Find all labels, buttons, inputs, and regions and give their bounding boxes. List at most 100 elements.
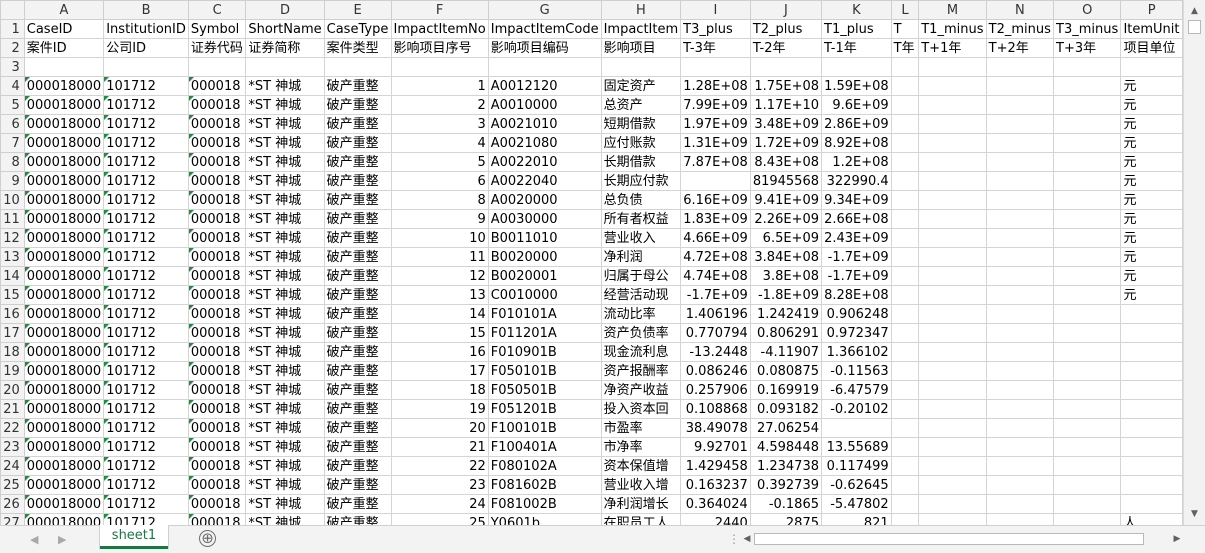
cell[interactable]	[985, 95, 1055, 115]
row-header[interactable]: 9	[0, 171, 25, 191]
header-cell[interactable]: 项目单位	[1120, 38, 1183, 58]
cell-institution-id[interactable]: 101712	[103, 475, 189, 495]
cell-item-code[interactable]: F051201B	[487, 399, 602, 419]
cell-t3-plus[interactable]: 9.92701	[680, 437, 751, 457]
cell-t2-plus[interactable]: 81945568	[749, 171, 823, 191]
cell[interactable]	[1053, 57, 1122, 77]
cell-item-no[interactable]: 24	[390, 494, 489, 514]
cell-item-unit[interactable]: 元	[1120, 228, 1183, 248]
cell-short-name[interactable]: *ST 神城	[245, 228, 325, 248]
cell[interactable]	[390, 57, 489, 77]
horizontal-scroll-thumb[interactable]	[754, 533, 1144, 545]
cell[interactable]	[985, 380, 1055, 400]
cell-item-unit[interactable]: 元	[1120, 95, 1183, 115]
cell-t2-plus[interactable]: 4.598448	[749, 437, 823, 457]
header-cell[interactable]: 证券代码	[187, 38, 247, 58]
cell-t3-plus[interactable]: 6.16E+09	[680, 190, 751, 210]
cell-t1-plus[interactable]: -0.62645	[821, 475, 892, 495]
cell-item-code[interactable]: F081002B	[487, 494, 602, 514]
cell[interactable]	[985, 361, 1055, 381]
cell[interactable]	[890, 209, 920, 229]
cell-item[interactable]: 营业收入增	[600, 475, 682, 495]
row-header[interactable]: 5	[0, 95, 25, 115]
cell-institution-id[interactable]: 101712	[103, 399, 189, 419]
cell-item-no[interactable]: 6	[390, 171, 489, 191]
cell[interactable]	[890, 399, 920, 419]
cell-institution-id[interactable]: 101712	[103, 380, 189, 400]
cell[interactable]	[1053, 342, 1122, 362]
cell-case-id[interactable]: 000018000	[23, 285, 105, 305]
cell-item-code[interactable]: F050501B	[487, 380, 602, 400]
cell-t1-plus[interactable]: 8.28E+08	[821, 285, 892, 305]
cell-short-name[interactable]: *ST 神城	[245, 456, 325, 476]
cell-case-type[interactable]: 破产重整	[323, 247, 392, 267]
cell-item-code[interactable]: A0030000	[487, 209, 602, 229]
cell-t1-plus[interactable]: 9.6E+09	[821, 95, 892, 115]
cell-t3-plus[interactable]: 0.108868	[680, 399, 751, 419]
row-header[interactable]: 14	[0, 266, 25, 286]
cell-item-code[interactable]: A0022010	[487, 152, 602, 172]
cell-item-unit[interactable]	[1120, 361, 1183, 381]
cell[interactable]	[1053, 418, 1122, 438]
cell-t3-plus[interactable]: 0.086246	[680, 361, 751, 381]
cell-case-id[interactable]: 000018000	[23, 494, 105, 514]
cell[interactable]	[1053, 475, 1122, 495]
cell-item-code[interactable]: A0012120	[487, 76, 602, 96]
cell-case-id[interactable]: 000018000	[23, 475, 105, 495]
cell-t2-plus[interactable]: 6.5E+09	[749, 228, 823, 248]
cell-case-type[interactable]: 破产重整	[323, 323, 392, 343]
cell-institution-id[interactable]: 101712	[103, 285, 189, 305]
row-header[interactable]: 1	[0, 19, 25, 39]
header-cell[interactable]: 影响项目	[600, 38, 682, 58]
cell[interactable]	[985, 76, 1055, 96]
header-cell[interactable]: T-1年	[821, 38, 892, 58]
cell[interactable]	[890, 152, 920, 172]
cell-short-name[interactable]: *ST 神城	[245, 437, 325, 457]
cell-t3-plus[interactable]: 0.770794	[680, 323, 751, 343]
cell-symbol[interactable]: 000018	[187, 190, 247, 210]
cell-case-type[interactable]: 破产重整	[323, 399, 392, 419]
cell-case-id[interactable]: 000018000	[23, 437, 105, 457]
cell-case-id[interactable]: 000018000	[23, 190, 105, 210]
cell-t2-plus[interactable]: 3.84E+08	[749, 247, 823, 267]
cell[interactable]	[890, 76, 920, 96]
cell[interactable]	[890, 190, 920, 210]
row-header[interactable]: 17	[0, 323, 25, 343]
cell[interactable]	[1053, 133, 1122, 153]
cell-case-type[interactable]: 破产重整	[323, 494, 392, 514]
cell-item-unit[interactable]	[1120, 475, 1183, 495]
cell-t1-plus[interactable]: -5.47802	[821, 494, 892, 514]
cell-symbol[interactable]: 000018	[187, 418, 247, 438]
cell[interactable]	[918, 114, 987, 134]
cell-symbol[interactable]: 000018	[187, 76, 247, 96]
column-header[interactable]: J	[749, 0, 823, 20]
cell[interactable]	[1053, 209, 1122, 229]
cell-item-code[interactable]: F010901B	[487, 342, 602, 362]
row-header[interactable]: 11	[0, 209, 25, 229]
cell-item-code[interactable]: A0022040	[487, 171, 602, 191]
header-cell[interactable]: 公司ID	[103, 38, 189, 58]
row-header[interactable]: 10	[0, 190, 25, 210]
cell-item-no[interactable]: 2	[390, 95, 489, 115]
cell-case-id[interactable]: 000018000	[23, 361, 105, 381]
cell-t3-plus[interactable]: 2440	[680, 513, 751, 525]
cell-institution-id[interactable]: 101712	[103, 494, 189, 514]
cell-symbol[interactable]: 000018	[187, 437, 247, 457]
row-header[interactable]: 25	[0, 475, 25, 495]
cell-item-unit[interactable]: 元	[1120, 133, 1183, 153]
cell[interactable]	[918, 133, 987, 153]
cell[interactable]	[890, 513, 920, 525]
cell-item-no[interactable]: 20	[390, 418, 489, 438]
cell-short-name[interactable]: *ST 神城	[245, 380, 325, 400]
cell-item[interactable]: 投入资本回	[600, 399, 682, 419]
cell[interactable]	[1053, 361, 1122, 381]
header-cell[interactable]: 案件类型	[323, 38, 392, 58]
cell-short-name[interactable]: *ST 神城	[245, 475, 325, 495]
cell[interactable]	[890, 285, 920, 305]
cell[interactable]	[918, 361, 987, 381]
cell-t1-plus[interactable]: 2.66E+08	[821, 209, 892, 229]
cell-symbol[interactable]: 000018	[187, 513, 247, 525]
row-header[interactable]: 7	[0, 133, 25, 153]
cell-item[interactable]: 长期借款	[600, 152, 682, 172]
column-header[interactable]: K	[821, 0, 892, 20]
